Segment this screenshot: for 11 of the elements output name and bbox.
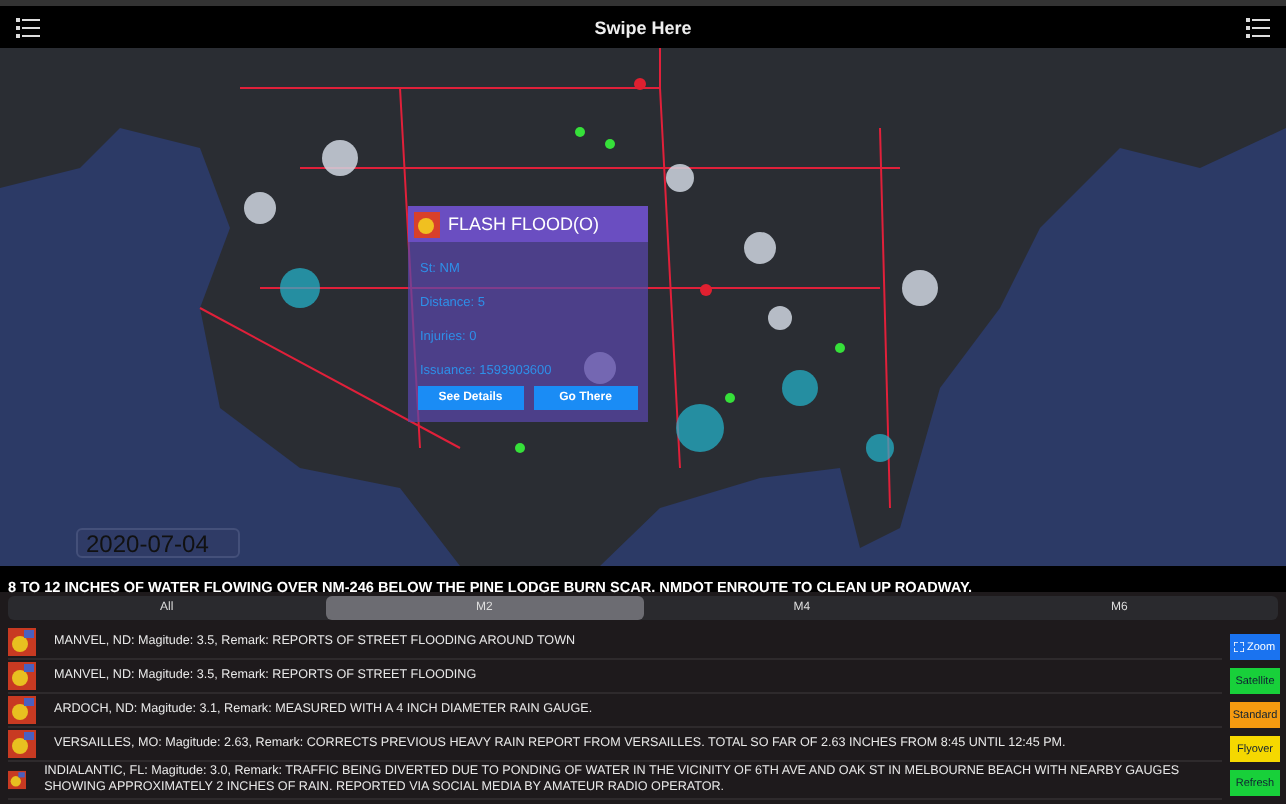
list-icon[interactable]	[1246, 17, 1270, 37]
header-title[interactable]: Swipe Here	[594, 17, 692, 37]
popup-title: FLASH FLOOD(O)	[448, 214, 600, 234]
weather-alert-icon	[8, 628, 36, 656]
expand-icon	[1234, 642, 1245, 652]
weather-alert-icon	[8, 696, 36, 724]
weather-alert-icon	[8, 766, 27, 794]
weather-alert-icon	[414, 211, 440, 237]
weather-alert-icon	[8, 730, 36, 758]
list-icon[interactable]	[16, 17, 40, 37]
weather-alert-icon	[8, 662, 36, 690]
